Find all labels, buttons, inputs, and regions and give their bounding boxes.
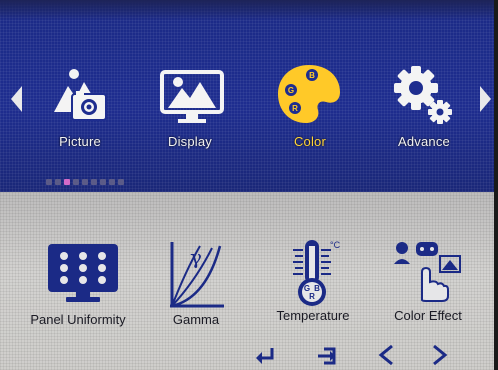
page-dot [91,179,97,185]
picture-icon [54,69,107,121]
gear-icon [394,66,452,124]
page-dot [55,179,61,185]
menu-label-advance: Advance [398,134,450,149]
menu-item-picture[interactable]: Picture [32,62,128,158]
menu-item-advance[interactable]: Advance [376,62,472,158]
enter-icon[interactable] [254,346,276,366]
page-dot [109,179,115,185]
thermometer-icon: °C G R B [293,240,341,306]
page-dot [82,179,88,185]
exit-icon[interactable] [316,346,338,366]
menu-item-color[interactable]: B G R Color [262,62,358,158]
submenu-item-color-effect[interactable]: Color Effect [368,236,488,346]
submenu-label-temperature: Temperature [276,308,350,323]
main-menu-bar: Picture Display B G R Color Advance [0,0,498,192]
gamma-symbol: γ [190,245,202,269]
page-dot [118,179,124,185]
submenu-item-temperature[interactable]: °C G R B Temperature [253,236,373,346]
menu-label-picture: Picture [59,134,101,149]
page-dot [100,179,106,185]
color-palette-icon: B G R [278,65,340,123]
submenu-item-panel-uniformity[interactable]: Panel Uniformity [18,236,138,346]
submenu-label-panel-uniformity: Panel Uniformity [30,312,126,327]
palette-letter-g: G [288,86,294,95]
display-icon [160,70,224,123]
submenu-item-gamma[interactable]: γ Gamma [136,236,256,346]
submenu-label-color-effect: Color Effect [394,308,462,323]
screen-edge [494,0,498,370]
panel-grid-icon [48,244,118,302]
gamma-curve-icon: γ [170,242,224,308]
submenu-label-gamma: Gamma [172,312,220,327]
page-dot [73,179,79,185]
chevron-left-icon[interactable] [376,344,396,366]
chevron-right-icon[interactable] [430,344,450,366]
thermometer-letter-r: R [309,292,315,301]
palette-letter-b: B [309,71,315,80]
color-effect-icon [394,242,461,302]
triangle-right-icon[interactable] [480,86,491,112]
page-indicator [46,172,127,185]
page-dot [46,179,52,185]
menu-item-display[interactable]: Display [142,62,238,158]
triangle-left-icon[interactable] [11,86,22,112]
celsius-unit: °C [330,240,341,250]
menu-label-color: Color [293,134,327,149]
page-dot-active [64,179,70,185]
top-shadow [0,0,498,20]
palette-letter-r: R [292,104,298,113]
thermometer-letter-b: B [314,284,320,293]
menu-label-display: Display [167,134,213,149]
